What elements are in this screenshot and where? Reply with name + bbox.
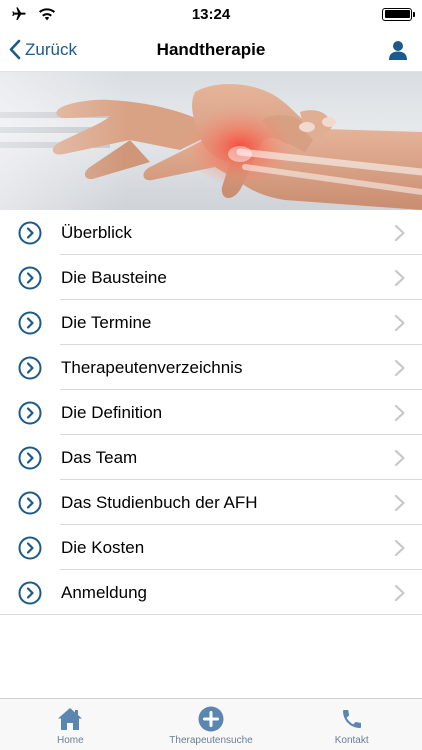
chevron-right-icon: [394, 224, 405, 241]
tab-icon-wrap: [340, 705, 364, 733]
chevron-circle-right-icon: [18, 536, 42, 559]
chevron-circle-right-icon: [18, 221, 42, 244]
chevron-right-icon: [394, 359, 405, 376]
chevron-circle-right-icon: [18, 581, 42, 604]
menu-item-label: Therapeutenverzeichnis: [61, 357, 243, 377]
page-title: Handtherapie: [156, 39, 266, 59]
chevron-left-icon: [9, 39, 21, 60]
menu-list: Überblick Die Bausteine Die Termine Ther…: [0, 210, 422, 615]
status-time: 13:24: [191, 5, 231, 23]
menu-item-anmeldung[interactable]: Anmeldung: [0, 570, 422, 615]
battery-icon: [382, 7, 415, 21]
menu-item-label: Das Studienbuch der AFH: [61, 492, 258, 512]
chevron-circle-right-icon: [18, 491, 42, 514]
phone-icon: [342, 710, 361, 728]
plus-circle-icon: [198, 706, 224, 732]
status-left: [10, 6, 130, 22]
menu-item-ueberblick[interactable]: Überblick: [0, 210, 422, 255]
tab-therapeutensuche[interactable]: Therapeutensuche: [141, 699, 282, 750]
chevron-circle-right-icon: [18, 311, 42, 334]
hand-wrist-illustration: [0, 72, 422, 210]
status-right: [292, 7, 415, 21]
chevron-right-icon: [394, 404, 405, 421]
profile-button[interactable]: [304, 40, 414, 60]
menu-item-team[interactable]: Das Team: [0, 435, 422, 480]
home-icon: [58, 708, 83, 730]
tab-bar: Home Therapeutensuche Kontakt: [0, 698, 422, 750]
menu-item-label: Das Team: [61, 447, 138, 467]
chevron-right-icon: [394, 314, 405, 331]
person-icon: [389, 40, 407, 60]
menu-item-bausteine[interactable]: Die Bausteine: [0, 255, 422, 300]
status-bar: 13:24: [0, 0, 422, 28]
navigation-bar: Zurück Handtherapie: [0, 28, 422, 72]
back-button-label: Zurück: [25, 39, 77, 59]
tab-icon-wrap: [198, 705, 224, 733]
chevron-circle-right-icon: [18, 356, 42, 379]
chevron-right-icon: [394, 269, 405, 286]
chevron-right-icon: [394, 494, 405, 511]
menu-item-definition[interactable]: Die Definition: [0, 390, 422, 435]
back-button[interactable]: Zurück: [8, 39, 118, 60]
chevron-circle-right-icon: [18, 266, 42, 289]
menu-item-kosten[interactable]: Die Kosten: [0, 525, 422, 570]
tab-label: Therapeutensuche: [169, 735, 253, 746]
chevron-right-icon: [394, 584, 405, 601]
airplane-icon: [12, 7, 26, 20]
menu-item-label: Überblick: [61, 222, 132, 242]
tab-icon-wrap: [57, 705, 83, 733]
menu-item-label: Die Bausteine: [61, 267, 167, 287]
wifi-icon: [38, 8, 56, 21]
tab-label: Kontakt: [334, 735, 369, 746]
chevron-right-icon: [394, 539, 405, 556]
chevron-circle-right-icon: [18, 446, 42, 469]
chevron-right-icon: [394, 449, 405, 466]
menu-item-termine[interactable]: Die Termine: [0, 300, 422, 345]
menu-item-label: Anmeldung: [61, 582, 148, 602]
menu-item-label: Die Definition: [61, 402, 163, 422]
battery-fill: [384, 10, 410, 18]
chevron-circle-right-icon: [18, 401, 42, 424]
menu-item-studienbuch[interactable]: Das Studienbuch der AFH: [0, 480, 422, 525]
menu-item-label: Die Kosten: [61, 537, 145, 557]
tab-home[interactable]: Home: [0, 699, 141, 750]
tab-kontakt[interactable]: Kontakt: [281, 699, 422, 750]
hero-image: [0, 72, 422, 210]
menu-item-therapeutenverzeichnis[interactable]: Therapeutenverzeichnis: [0, 345, 422, 390]
tab-label: Home: [56, 735, 84, 746]
menu-item-label: Die Termine: [61, 312, 152, 332]
